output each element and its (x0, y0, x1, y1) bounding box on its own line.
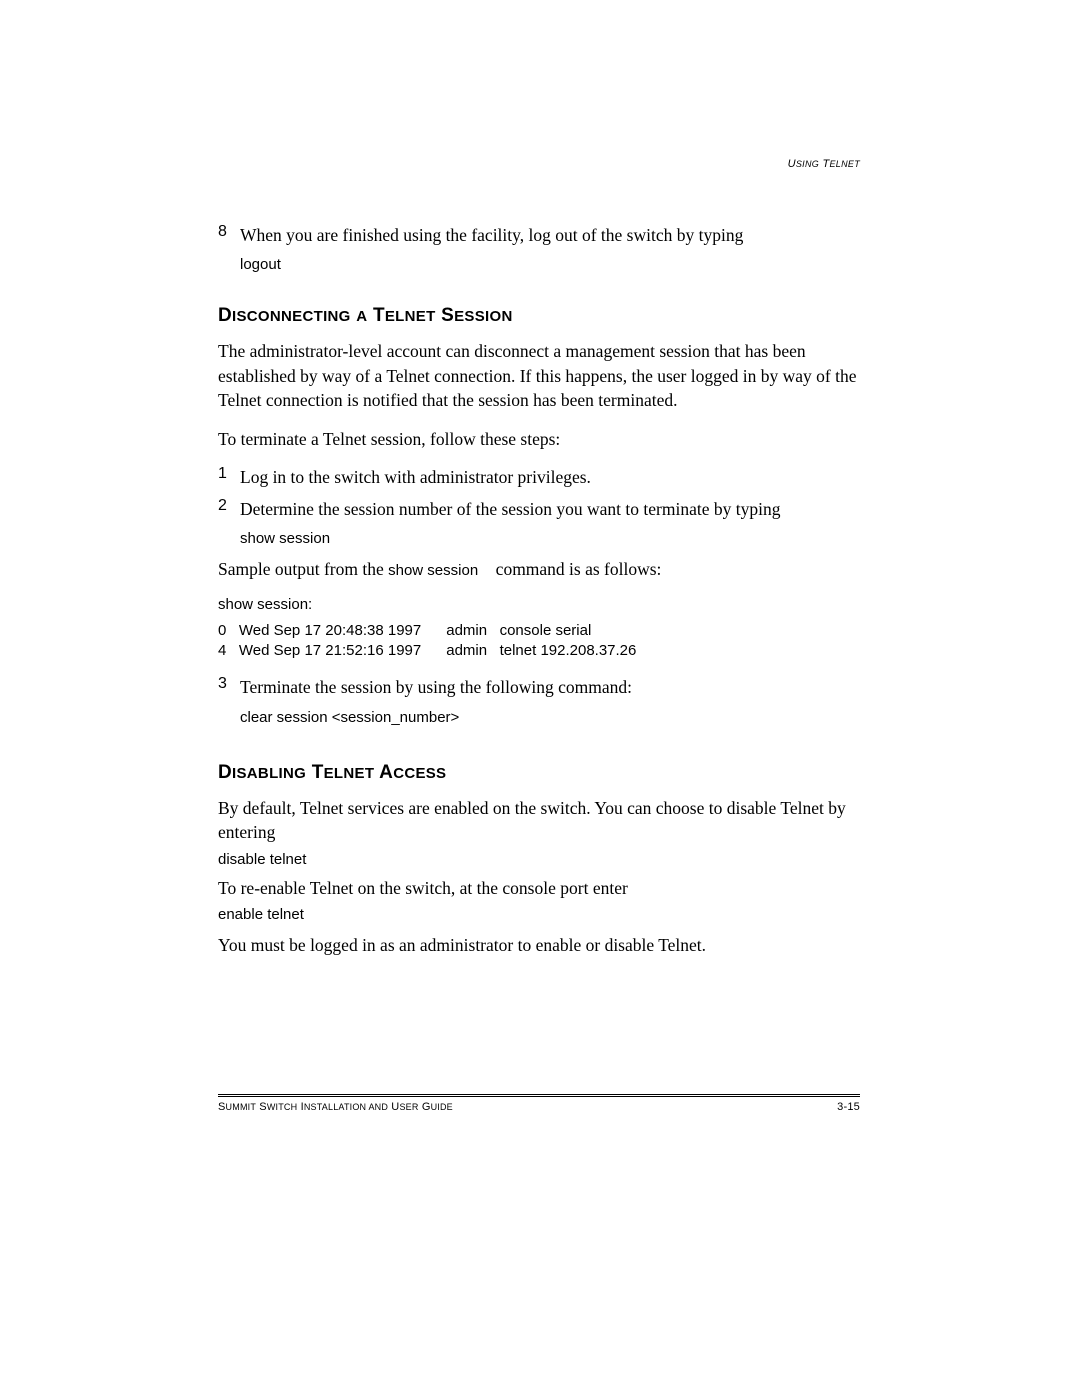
para-admin-disconnect: The administrator-level account can disc… (218, 339, 860, 413)
footer-page-number: 3-15 (837, 1101, 860, 1113)
show-session-output: 0 Wed Sep 17 20:48:38 1997 admin console… (218, 621, 860, 662)
command-disable-telnet: disable telnet (218, 851, 860, 868)
page-content: 8 When you are finished using the facili… (0, 0, 1080, 958)
step-3: 3 Terminate the session by using the fol… (218, 675, 860, 700)
heading-disconnecting: DISCONNECTING A TELNET SESSION (218, 305, 860, 327)
inline-command: show session (388, 562, 478, 579)
para-terminate-intro: To terminate a Telnet session, follow th… (218, 427, 860, 452)
step-1: 1 Log in to the switch with administrato… (218, 465, 860, 490)
step-number: 3 (218, 675, 240, 700)
header-text: USING TELNET (788, 158, 860, 170)
sample-post: command is as follows: (491, 559, 661, 579)
command-show-session: show session (240, 530, 860, 547)
para-sample-output: Sample output from the show session comm… (218, 557, 860, 582)
para-reenable: To re-enable Telnet on the switch, at th… (218, 876, 860, 901)
footer: SUMMIT SWITCH INSTALLATION AND USER GUID… (218, 1101, 860, 1113)
step-text: When you are finished using the facility… (240, 223, 743, 248)
show-session-header: show session: (218, 596, 860, 613)
step-number: 2 (218, 497, 240, 522)
footer-rule (218, 1094, 860, 1097)
step-text: Log in to the switch with administrator … (240, 465, 591, 490)
para-disable-intro: By default, Telnet services are enabled … (218, 796, 860, 845)
para-admin-note: You must be logged in as an administrato… (218, 933, 860, 958)
command-clear-session: clear session <session_number> (240, 709, 860, 726)
step-number: 1 (218, 465, 240, 490)
sample-pre: Sample output from the (218, 559, 388, 579)
step-2: 2 Determine the session number of the se… (218, 497, 860, 522)
command-enable-telnet: enable telnet (218, 906, 860, 923)
running-header: USING TELNET (788, 158, 860, 170)
step-number: 8 (218, 223, 240, 248)
heading-disabling: DISABLING TELNET ACCESS (218, 762, 860, 784)
step-8: 8 When you are finished using the facili… (218, 223, 860, 248)
footer-left: SUMMIT SWITCH INSTALLATION AND USER GUID… (218, 1101, 453, 1113)
step-text: Determine the session number of the sess… (240, 497, 780, 522)
step-text: Terminate the session by using the follo… (240, 675, 632, 700)
command-logout: logout (240, 256, 860, 273)
